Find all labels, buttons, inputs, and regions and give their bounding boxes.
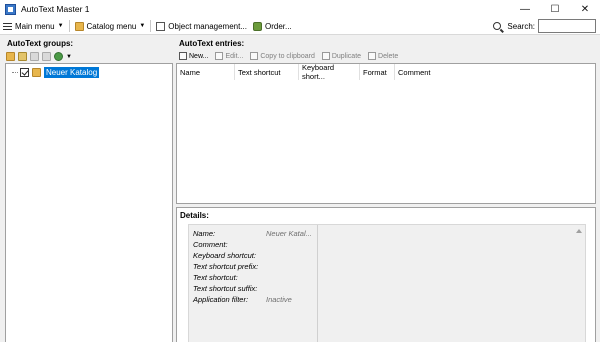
minimize-button[interactable]: — [510,0,540,18]
duplicate-label: Duplicate [331,52,362,60]
column-header-name[interactable]: Name [177,64,235,80]
prop-label-application-filter: Application filter: [193,295,249,304]
object-management-button[interactable]: Object management... [153,19,250,34]
main-menu-button[interactable]: Main menu ▼ [0,19,67,34]
new-entry-icon [179,52,187,60]
catalog-menu-label: Catalog menu [86,21,137,31]
title-bar: AutoText Master 1 — ☐ ✕ [0,0,600,18]
edit-group-icon[interactable] [18,52,27,61]
tree-item[interactable]: Neuer Katalog [12,67,100,78]
delete-button[interactable]: Delete [368,52,398,60]
clipboard-icon [250,52,259,60]
menu-bar: Main menu ▼ Catalog menu ▼ Object manage… [0,18,600,35]
prop-label-text-shortcut: Text shortcut: [193,273,238,282]
edit-entry-icon [215,52,224,60]
delete-icon [368,52,377,60]
column-header-keyboard-shortcut[interactable]: Keyboard short... [299,63,360,81]
close-button[interactable]: ✕ [570,0,600,18]
app-icon [5,3,16,15]
prop-label-comment: Comment: [193,240,228,249]
column-header-format[interactable]: Format [360,64,395,80]
prop-label-text-shortcut-suffix: Text shortcut suffix: [193,284,258,293]
prop-label-name: Name: [193,229,216,238]
search-icon [493,22,502,30]
copy-to-clipboard-button[interactable]: Copy to clipboard [250,52,315,60]
catalog-folder-icon [32,68,41,77]
details-scrollbar[interactable] [574,225,585,342]
entries-table: Name Text shortcut Keyboard short... For… [176,63,596,204]
tree-item-checkbox[interactable] [20,68,29,77]
prop-label-text-shortcut-prefix: Text shortcut prefix: [193,262,259,271]
details-title: Details: [180,211,209,220]
search-input[interactable] [538,19,596,33]
catalog-menu-button[interactable]: Catalog menu ▼ [72,19,149,34]
prop-label-keyboard-shortcut: Keyboard shortcut: [193,251,256,260]
copy-to-clipboard-label: Copy to clipboard [260,52,315,60]
scroll-up-arrow-icon[interactable] [576,229,582,233]
tree-item-label[interactable]: Neuer Katalog [44,67,100,78]
import-icon[interactable] [54,52,63,61]
new-group-icon[interactable] [6,52,15,61]
catalog-icon [74,21,84,31]
maximize-button[interactable]: ☐ [540,0,570,18]
delete-group-icon[interactable] [42,52,51,61]
menu-separator [150,20,152,32]
properties-box: Name: Neuer Katal... Comment: Keyboard s… [189,225,318,342]
dropdown-arrow-icon: ▼ [139,23,146,29]
order-button[interactable]: Order... [250,19,295,34]
object-management-label: Object management... [168,21,248,31]
duplicate-icon [321,52,330,60]
edit-entry-label: Edit... [225,52,244,60]
search-area: Search: [493,19,596,33]
entries-toolbar: New... Edit... Copy to clipboard Duplica… [179,52,405,60]
dropdown-arrow-icon[interactable]: ▼ [66,54,72,60]
new-entry-label: New... [189,52,209,60]
column-header-comment[interactable]: Comment [395,64,455,80]
object-management-icon [156,21,166,31]
copy-group-icon[interactable] [30,52,39,61]
column-header-text-shortcut[interactable]: Text shortcut [235,64,299,80]
search-label: Search: [507,21,535,31]
order-label: Order... [265,21,292,31]
main-menu-label: Main menu [15,21,55,31]
window-controls: — ☐ ✕ [510,0,600,18]
details-content: Name: Neuer Katal... Comment: Keyboard s… [188,224,586,342]
autotext-entries-title: AutoText entries: [179,39,245,48]
menu-separator [68,20,70,32]
edit-entry-button[interactable]: Edit... [215,52,243,60]
groups-tree: Neuer Katalog [5,63,173,342]
delete-label: Delete [378,52,399,60]
hamburger-icon [3,22,12,30]
dropdown-arrow-icon: ▼ [57,23,64,29]
window-title: AutoText Master 1 [21,4,90,14]
new-entry-button[interactable]: New... [179,52,208,60]
prop-value-application-filter: Inactive [266,295,292,304]
groups-toolbar: ▼ [6,52,72,61]
tree-connector [12,72,18,73]
prop-value-name: Neuer Katal... [266,229,312,238]
duplicate-button[interactable]: Duplicate [321,52,362,60]
autotext-groups-title: AutoText groups: [7,39,74,48]
details-panel: Details: Name: Neuer Katal... Comment: K… [176,207,596,342]
cart-icon [253,21,263,31]
